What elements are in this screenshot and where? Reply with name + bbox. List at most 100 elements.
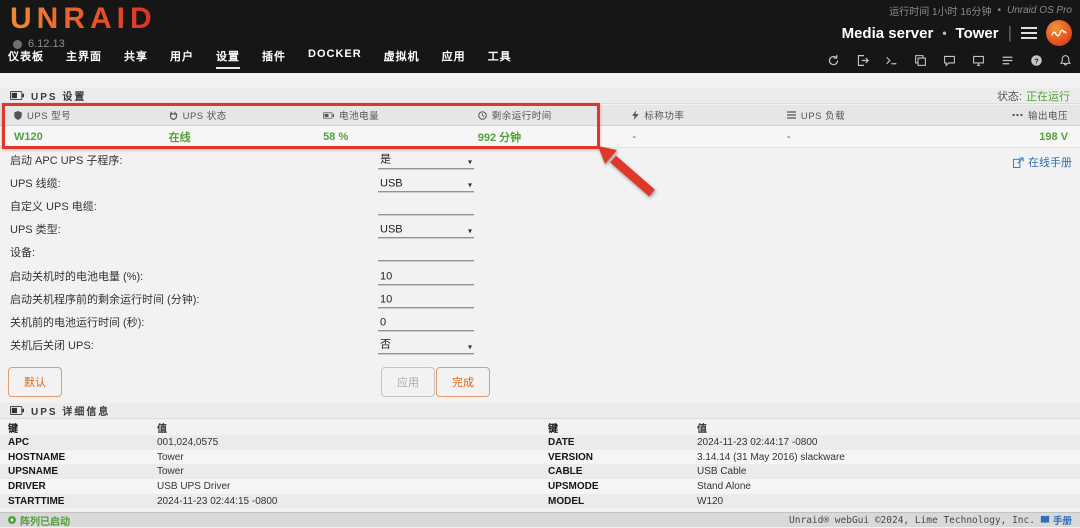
- logout-icon[interactable]: [856, 54, 869, 67]
- form-row-kill-ups: 关机后关闭 UPS: 否: [0, 334, 1080, 357]
- main-nav: 仪表板 主界面 共享 用户 设置 插件 DOCKER 虚拟机 应用 工具: [8, 48, 512, 69]
- notifications-bell-icon[interactable]: [1059, 54, 1072, 67]
- form-row-custom-cable: 自定义 UPS 电缆:: [0, 194, 1080, 217]
- custom-cable-input[interactable]: [378, 199, 474, 215]
- uptime-text: 运行时间 1小时 16分钟: [889, 3, 991, 18]
- update-icon[interactable]: [827, 54, 840, 67]
- help-icon[interactable]: ?: [1030, 54, 1043, 67]
- kill-ups-select[interactable]: 否: [378, 338, 474, 354]
- form-buttons: 默认 应用 完成: [0, 364, 1080, 406]
- col-runtime-left: 剩余运行时间: [464, 108, 619, 122]
- nav-item-users[interactable]: 用户: [170, 48, 194, 69]
- ups-load-value: -: [787, 131, 791, 143]
- details-table-right: 键值 DATE2024-11-23 02:44:17 -0800 VERSION…: [540, 419, 1080, 508]
- table-row: HOSTNAMETower: [0, 450, 540, 465]
- battery-level-input[interactable]: 10: [378, 269, 474, 285]
- col-ups-status: UPS 状态: [155, 108, 310, 122]
- form-row-battery-level: 启动关机时的电池电量 (%): 10: [0, 264, 1080, 287]
- shield-icon: [14, 111, 22, 120]
- apply-button[interactable]: 应用: [381, 367, 435, 397]
- footer-copyright: Unraid® webGui ©2024, Lime Technology, I…: [789, 513, 1072, 527]
- ups-type-select[interactable]: USB: [378, 222, 474, 238]
- nav-item-tools[interactable]: 工具: [488, 48, 512, 69]
- nav-item-plugins[interactable]: 插件: [262, 48, 286, 69]
- field-label: 启动关机程序前的剩余运行时间 (分钟):: [10, 291, 199, 307]
- table-row: UPSNAMETower: [0, 464, 540, 479]
- plug-icon: [169, 111, 178, 120]
- table-row: APC001,024,0575: [0, 435, 540, 450]
- battery-section-icon: [10, 91, 24, 100]
- log-icon[interactable]: [1001, 54, 1014, 67]
- clock-icon: [478, 111, 487, 120]
- form-row-device: 设备:: [0, 241, 1080, 264]
- service-status: 状态: 正在运行: [997, 88, 1070, 104]
- load-icon: [787, 111, 796, 119]
- copy-icon[interactable]: [914, 54, 927, 67]
- unraid-logo: UNRAID: [10, 2, 157, 36]
- nav-item-docker[interactable]: DOCKER: [308, 48, 362, 69]
- table-row: VERSION3.14.14 (31 May 2016) slackware: [540, 450, 1080, 465]
- avatar[interactable]: [1046, 20, 1072, 46]
- status-table-header: UPS 型号 UPS 状态 电池电量 剩余运行时间 标称功率 UPS 负载 输出…: [0, 105, 1080, 126]
- battery-charge-value: 58 %: [323, 131, 348, 143]
- status-value: 正在运行: [1026, 88, 1070, 104]
- nominal-power-value: -: [632, 131, 636, 143]
- feedback-icon[interactable]: [943, 54, 956, 67]
- nav-item-vms[interactable]: 虚拟机: [384, 48, 420, 69]
- nav-item-main[interactable]: 主界面: [66, 48, 102, 69]
- ups-settings-section-bar: UPS 设置 状态: 正在运行: [0, 88, 1080, 104]
- table-row: CABLEUSB Cable: [540, 464, 1080, 479]
- col-nominal-power: 标称功率: [618, 108, 773, 122]
- table-row: DATE2024-11-23 02:44:17 -0800: [540, 435, 1080, 450]
- monitor-icon[interactable]: [972, 54, 985, 67]
- footer-manual-link[interactable]: 手册: [1040, 513, 1072, 527]
- ups-cable-select[interactable]: USB: [378, 176, 474, 192]
- service-select[interactable]: 是: [378, 153, 474, 169]
- runtime-left-value: 992 分钟: [478, 129, 521, 145]
- device-input[interactable]: [378, 246, 474, 262]
- section-title: UPS 设置: [31, 88, 86, 103]
- form-row-runtime-left: 启动关机程序前的剩余运行时间 (分钟): 10: [0, 287, 1080, 310]
- done-button[interactable]: 完成: [436, 367, 490, 397]
- default-button[interactable]: 默认: [8, 367, 62, 397]
- section-title: UPS 详细信息: [31, 403, 110, 418]
- server-hostname: Tower: [956, 25, 999, 42]
- table-row: UPSMODEStand Alone: [540, 479, 1080, 494]
- status-label: 状态:: [997, 88, 1022, 104]
- ups-model-value: W120: [14, 131, 43, 143]
- nav-item-settings[interactable]: 设置: [216, 48, 240, 69]
- field-label: 启动关机时的电池电量 (%):: [10, 268, 143, 284]
- details-table-left: 键值 APC001,024,0575 HOSTNAMETower UPSNAME…: [0, 419, 540, 508]
- svg-text:?: ?: [1034, 56, 1039, 65]
- server-line: Media server • Tower |: [842, 20, 1072, 46]
- footer-bar: 阵列已启动 Unraid® webGui ©2024, Lime Technol…: [0, 512, 1080, 527]
- field-label: 设备:: [10, 244, 35, 260]
- details-header-row: 键值: [0, 419, 540, 435]
- ups-details-section-bar: UPS 详细信息: [0, 403, 1080, 419]
- voltage-icon: [1012, 113, 1023, 117]
- field-label: 关机后关闭 UPS:: [10, 337, 94, 353]
- nav-item-dashboard[interactable]: 仪表板: [8, 48, 44, 69]
- uptime-line: 运行时间 1小时 16分钟 • Unraid OS Pro: [889, 3, 1072, 18]
- field-label: 启动 APC UPS 子程序:: [10, 152, 122, 168]
- lightning-icon: [632, 110, 639, 120]
- form-row-cable: UPS 线缆: USB: [0, 171, 1080, 194]
- meta-separator: •: [997, 5, 1001, 16]
- nav-item-apps[interactable]: 应用: [442, 48, 466, 69]
- field-label: 自定义 UPS 电缆:: [10, 198, 97, 214]
- edition-label: Unraid OS Pro: [1007, 5, 1072, 16]
- header-toolbar: ?: [827, 54, 1072, 67]
- nav-item-shares[interactable]: 共享: [124, 48, 148, 69]
- battery-section-icon: [10, 406, 24, 415]
- runtime-left-input[interactable]: 10: [378, 292, 474, 308]
- ups-settings-form: 在线手册 启动 APC UPS 子程序: 是 UPS 线缆: USB 自定义 U…: [0, 148, 1080, 406]
- menu-icon[interactable]: [1021, 27, 1037, 39]
- form-row-type: UPS 类型: USB: [0, 218, 1080, 241]
- terminal-icon[interactable]: [885, 54, 898, 67]
- col-output-voltage: 输出电压: [927, 108, 1080, 122]
- ups-details: 键值 APC001,024,0575 HOSTNAMETower UPSNAME…: [0, 419, 1080, 508]
- timeout-input[interactable]: 0: [378, 315, 474, 331]
- ups-status-value: 在线: [169, 129, 191, 145]
- output-voltage-value: 198 V: [1039, 131, 1068, 143]
- col-ups-load: UPS 负载: [773, 108, 928, 122]
